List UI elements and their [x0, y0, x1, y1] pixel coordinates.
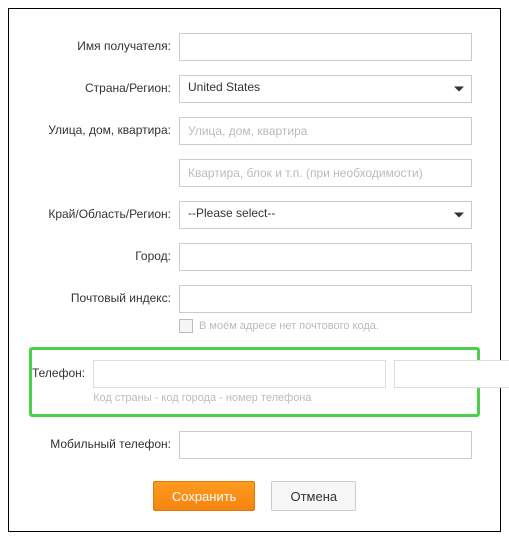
label-phone: Телефон:: [32, 360, 93, 380]
phone-country-input[interactable]: [93, 360, 386, 388]
region-select[interactable]: --Please select--: [179, 201, 472, 229]
cancel-button[interactable]: Отмена: [271, 481, 356, 511]
button-row: Сохранить Отмена: [29, 481, 480, 511]
row-mobile: Мобильный телефон:: [29, 431, 480, 459]
zip-input[interactable]: [179, 285, 472, 313]
label-recipient: Имя получателя:: [29, 33, 179, 53]
address-form: Имя получателя: Страна/Регион: United St…: [8, 8, 501, 532]
phone-highlight-box: Телефон: Код страны - код города - номер…: [29, 347, 480, 417]
phone-city-input[interactable]: [394, 360, 509, 388]
no-zip-checkbox[interactable]: [179, 319, 193, 333]
label-zip: Почтовый индекс:: [29, 285, 179, 305]
row-city: Город:: [29, 243, 480, 271]
row-zip: Почтовый индекс: В моём адресе нет почто…: [29, 285, 480, 333]
label-city: Город:: [29, 243, 179, 263]
row-phone: Телефон: Код страны - код города - номер…: [32, 360, 477, 404]
city-input[interactable]: [179, 243, 472, 271]
label-region: Край/Область/Регион:: [29, 201, 179, 221]
country-select[interactable]: United States: [179, 75, 472, 103]
street1-input[interactable]: [179, 117, 472, 145]
label-country: Страна/Регион:: [29, 75, 179, 95]
street2-input[interactable]: [179, 159, 472, 187]
row-country: Страна/Регион: United States: [29, 75, 480, 103]
phone-help-text: Код страны - код города - номер телефона: [93, 392, 509, 404]
row-recipient: Имя получателя:: [29, 33, 480, 61]
no-zip-label: В моём адресе нет почтового кода.: [199, 320, 379, 332]
row-street: Улица, дом, квартира:: [29, 117, 480, 187]
row-region: Край/Область/Регион: --Please select--: [29, 201, 480, 229]
mobile-input[interactable]: [179, 431, 472, 459]
label-street: Улица, дом, квартира:: [29, 117, 179, 137]
recipient-input[interactable]: [179, 33, 472, 61]
label-mobile: Мобильный телефон:: [29, 431, 179, 451]
save-button[interactable]: Сохранить: [153, 481, 256, 511]
